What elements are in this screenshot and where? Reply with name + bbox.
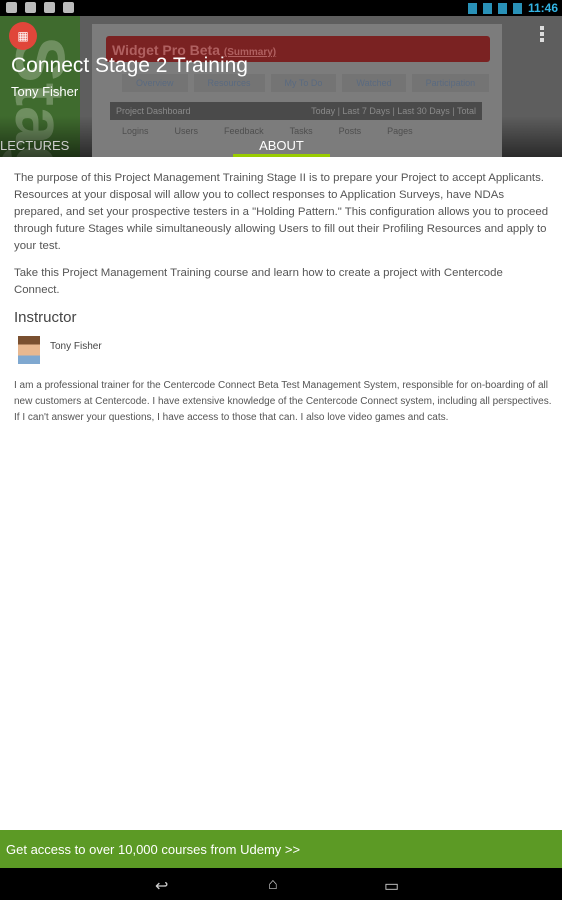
course-author: Tony Fisher bbox=[11, 84, 79, 99]
image-icon bbox=[25, 2, 36, 13]
mock-dashboard-bar: Project Dashboard Today | Last 7 Days | L… bbox=[110, 102, 482, 120]
instructor-heading: Instructor bbox=[14, 309, 77, 326]
bluetooth-icon bbox=[467, 2, 477, 14]
signal-icon bbox=[482, 2, 492, 14]
overflow-menu-icon[interactable] bbox=[540, 26, 544, 44]
instructor-bio: I am a professional trainer for the Cent… bbox=[14, 380, 552, 423]
tab-lectures[interactable]: LECTURES bbox=[0, 138, 69, 153]
recent-apps-icon[interactable]: ▭ bbox=[384, 876, 399, 896]
wifi-icon bbox=[497, 2, 507, 14]
home-icon[interactable]: ⌂ bbox=[268, 876, 278, 894]
nav-bar: ↩ ⌂ ▭ bbox=[0, 868, 562, 900]
app-logo-icon[interactable]: ▦ bbox=[9, 22, 37, 50]
cloud-icon bbox=[44, 2, 55, 13]
description-paragraph: The purpose of this Project Management T… bbox=[14, 172, 549, 252]
download-icon bbox=[6, 2, 17, 13]
avatar bbox=[18, 336, 40, 364]
status-bar: 11:46 bbox=[0, 0, 562, 16]
course-header: Stage 2 Widget Pro Beta (Summary) Overvi… bbox=[0, 16, 562, 157]
battery-icon bbox=[512, 2, 522, 14]
about-content: The purpose of this Project Management T… bbox=[14, 170, 550, 364]
instructor-name: Tony Fisher bbox=[50, 341, 102, 352]
clock: 11:46 bbox=[527, 1, 558, 15]
description-paragraph: Take this Project Management Training co… bbox=[14, 267, 503, 296]
mock-columns: Logins Users Feedback Tasks Posts Pages bbox=[122, 126, 413, 136]
back-icon[interactable]: ↩ bbox=[155, 876, 168, 896]
udemy-banner[interactable]: Get access to over 10,000 courses from U… bbox=[0, 830, 562, 868]
instructor[interactable]: Tony Fisher bbox=[18, 336, 550, 364]
course-title: Connect Stage 2 Training bbox=[11, 54, 248, 77]
tab-about-course[interactable]: ABOUT COURSE bbox=[233, 138, 330, 157]
game-icon bbox=[63, 2, 74, 13]
